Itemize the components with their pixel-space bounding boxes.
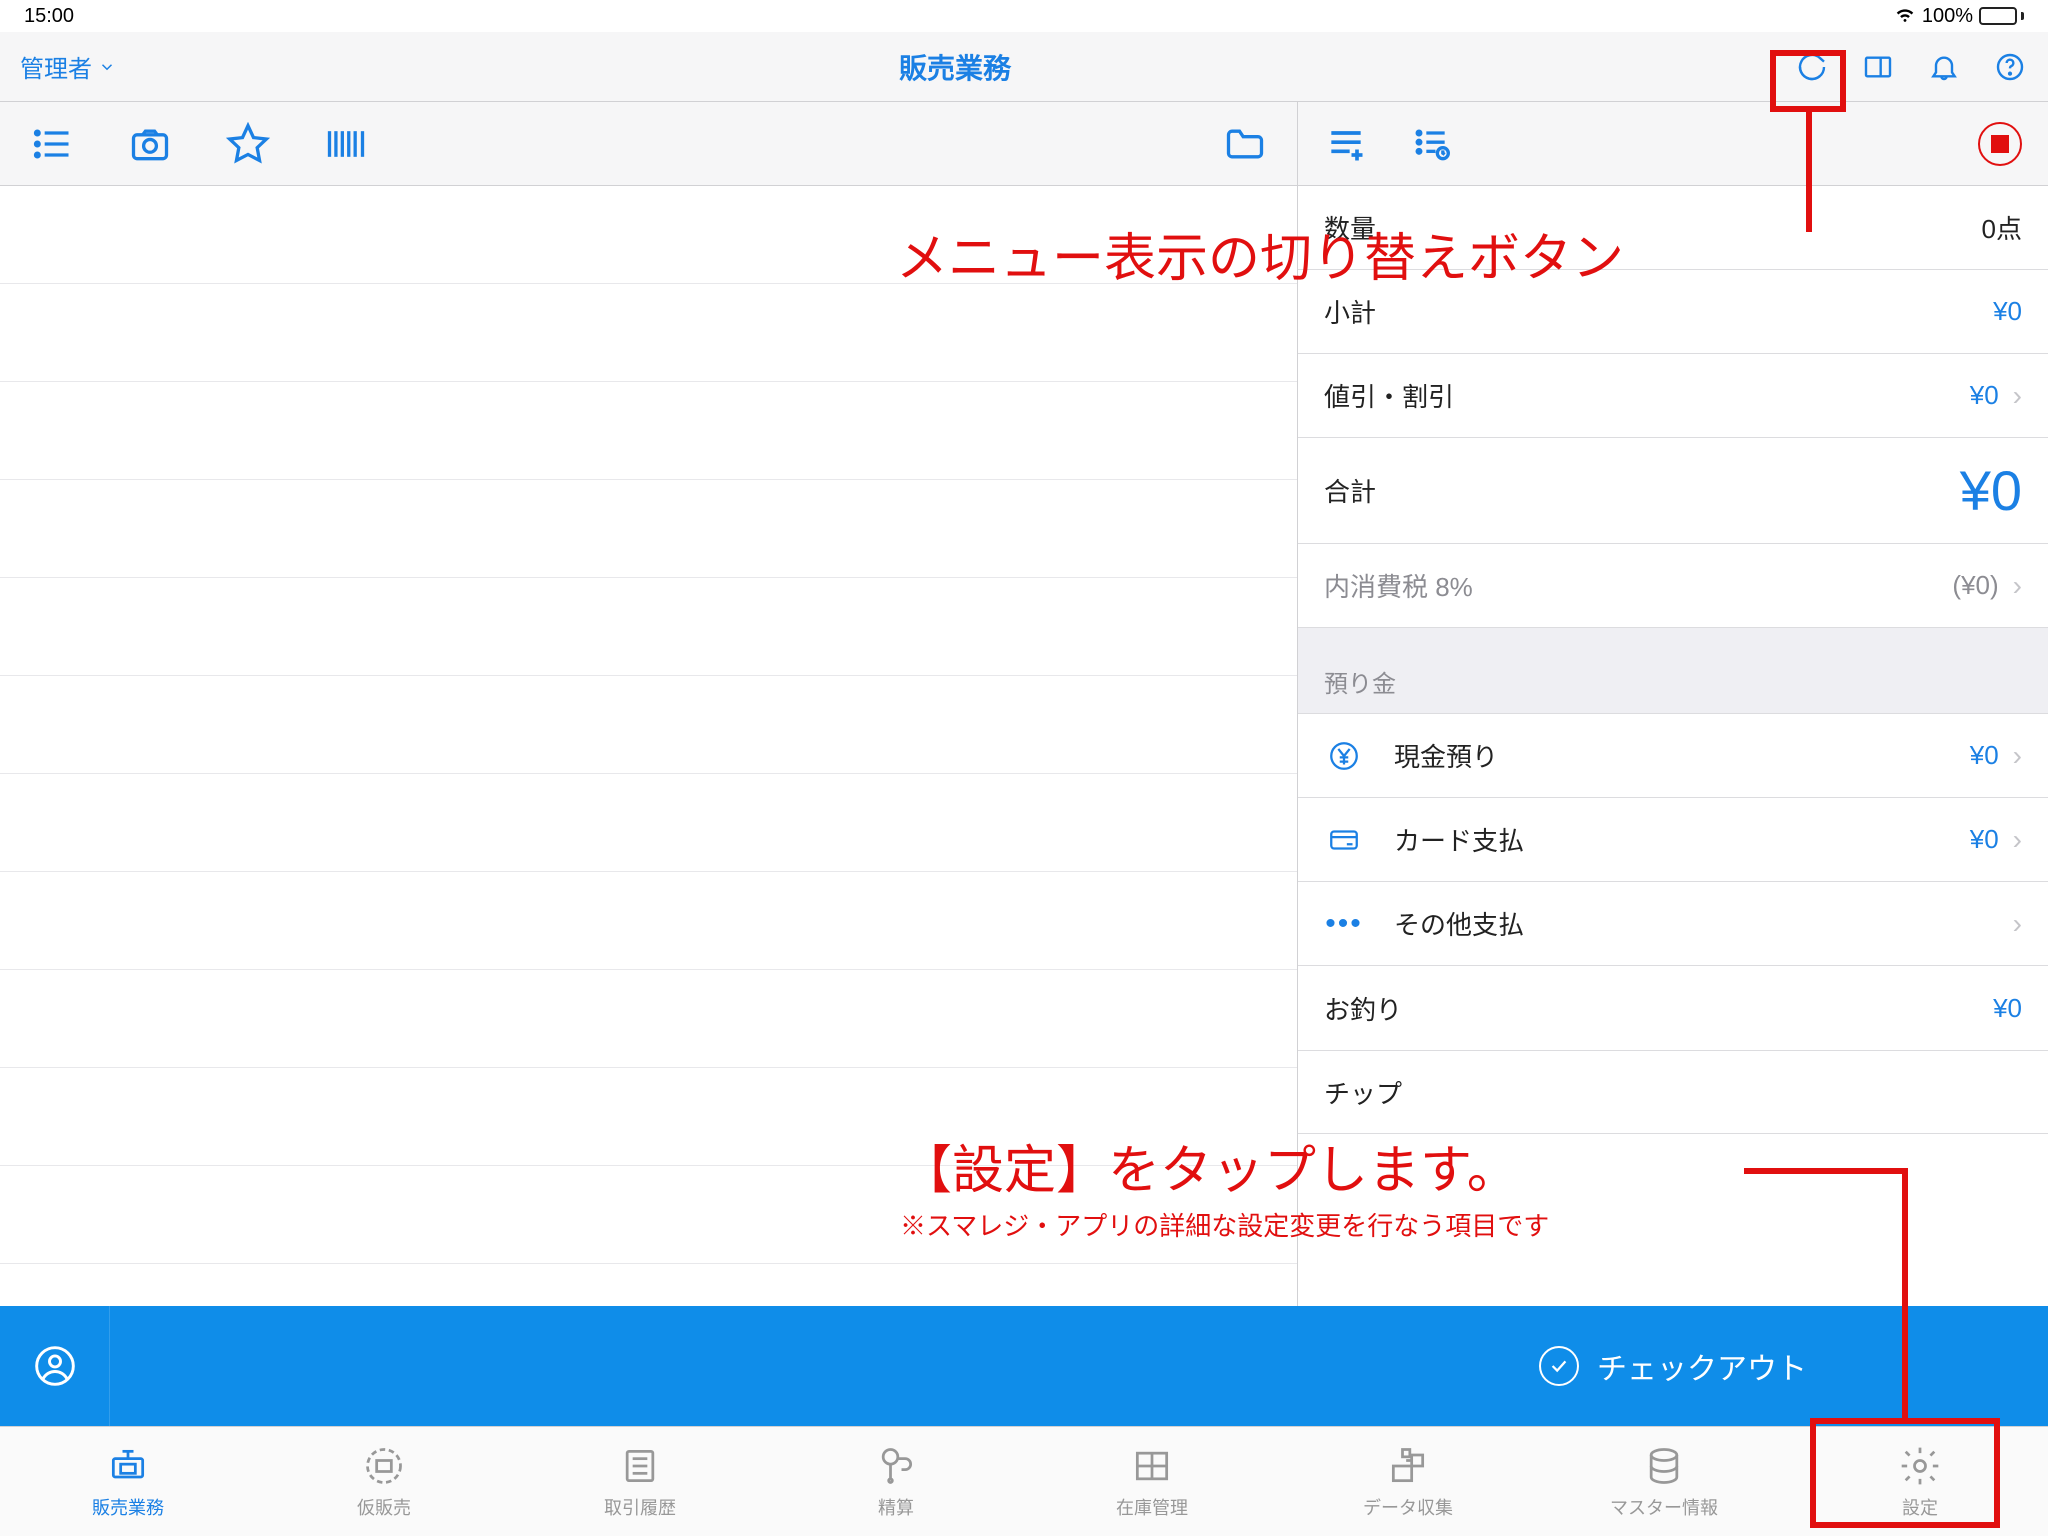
annotation-line: [1744, 1168, 1908, 1174]
add-list-icon[interactable]: [1324, 122, 1368, 166]
list-item: [0, 284, 1297, 382]
change-row: お釣り ¥0: [1298, 966, 2048, 1050]
tab-label: マスター情報: [1610, 1494, 1718, 1520]
deposit-section-label: 預り金: [1324, 664, 1396, 699]
tab-master[interactable]: マスター情報: [1536, 1427, 1792, 1536]
dots-icon: •••: [1324, 907, 1364, 941]
status-time: 15:00: [24, 5, 74, 28]
tab-provisional-sales[interactable]: 仮販売: [256, 1427, 512, 1536]
list-item: [0, 382, 1297, 480]
quantity-value: 0点: [1982, 209, 2022, 246]
record-button[interactable]: [1978, 122, 2022, 166]
tax-label: 内消費税 8%: [1324, 567, 1473, 604]
page-title: 販売業務: [116, 47, 1794, 87]
user-selector[interactable]: 管理者: [20, 49, 116, 84]
subtotal-value: ¥0: [1993, 296, 2022, 327]
cash-value: ¥0: [1970, 740, 1999, 771]
check-circle-icon: [1539, 1346, 1579, 1386]
tab-data-collection[interactable]: データ収集: [1280, 1427, 1536, 1536]
status-bar: 15:00 100%: [0, 0, 2048, 32]
item-list-pane: [0, 186, 1298, 1426]
chevron-right-icon: ›: [2013, 570, 2022, 602]
checkout-label: チェックアウト: [1597, 1344, 1807, 1388]
tab-label: 取引履歴: [604, 1494, 676, 1520]
card-label: カード支払: [1394, 821, 1524, 858]
tax-value: (¥0): [1952, 570, 1998, 601]
chevron-right-icon: ›: [2013, 824, 2022, 856]
tab-label: データ収集: [1363, 1494, 1453, 1520]
quantity-row: 数量 0点: [1298, 186, 2048, 270]
list-item: [0, 578, 1297, 676]
tab-inventory[interactable]: 在庫管理: [1024, 1427, 1280, 1536]
checkout-button[interactable]: チェックアウト: [1298, 1306, 2048, 1426]
card-value: ¥0: [1970, 824, 1999, 855]
star-icon[interactable]: [226, 122, 270, 166]
list-item: [0, 1166, 1297, 1264]
discount-value: ¥0: [1970, 380, 1999, 411]
tip-row[interactable]: チップ: [1298, 1050, 2048, 1134]
discount-row[interactable]: 値引・割引 ¥0 ›: [1298, 354, 2048, 438]
list-item: [0, 872, 1297, 970]
subtotal-row: 小計 ¥0: [1298, 270, 2048, 354]
checkout-bar: チェックアウト: [0, 1306, 2048, 1426]
total-row: 合計 ¥0: [1298, 438, 2048, 544]
summary-pane: 数量 0点 小計 ¥0 値引・割引 ¥0 › 合計 ¥0 内消費税 8% (¥0…: [1298, 186, 2048, 1426]
list-item: [0, 480, 1297, 578]
list-item: [0, 774, 1297, 872]
tab-bar: 販売業務 仮販売 取引履歴 精算 在庫管理 データ収集 マスター情報 設定: [0, 1426, 2048, 1536]
tab-label: 仮販売: [357, 1494, 411, 1520]
total-value: ¥0: [1960, 458, 2022, 523]
list-item: [0, 676, 1297, 774]
annotation-line: [1806, 112, 1812, 232]
list-item: [0, 186, 1297, 284]
wifi-icon: [1894, 2, 1916, 30]
tab-settlement[interactable]: 精算: [768, 1427, 1024, 1536]
yen-circle-icon: [1324, 739, 1364, 773]
quantity-label: 数量: [1324, 209, 1376, 246]
annotation-line: [1902, 1168, 1908, 1418]
card-icon: [1324, 823, 1364, 857]
history-list-icon[interactable]: [1408, 122, 1452, 166]
tab-label: 在庫管理: [1116, 1494, 1188, 1520]
deposit-section: 預り金: [1298, 628, 2048, 714]
annotation-box-panel-toggle: [1770, 50, 1846, 112]
chevron-right-icon: ›: [2013, 380, 2022, 412]
user-label: 管理者: [20, 49, 92, 84]
discount-label: 値引・割引: [1324, 377, 1454, 414]
help-icon[interactable]: [1992, 49, 2028, 85]
chevron-right-icon: ›: [2013, 740, 2022, 772]
change-label: お釣り: [1324, 990, 1402, 1027]
folder-icon[interactable]: [1223, 122, 1267, 166]
card-row[interactable]: カード支払 ¥0 ›: [1298, 798, 2048, 882]
chevron-right-icon: ›: [2013, 908, 2022, 940]
change-value: ¥0: [1993, 993, 2022, 1024]
nav-bar: 管理者 販売業務: [0, 32, 2048, 102]
tab-label: 販売業務: [92, 1494, 164, 1520]
customer-button[interactable]: [0, 1306, 110, 1426]
cash-row[interactable]: 現金預り ¥0 ›: [1298, 714, 2048, 798]
tax-row[interactable]: 内消費税 8% (¥0) ›: [1298, 544, 2048, 628]
list-icon[interactable]: [30, 122, 74, 166]
barcode-icon[interactable]: [324, 122, 368, 166]
annotation-box-settings-tab: [1810, 1418, 2000, 1528]
list-item: [0, 1068, 1297, 1166]
list-item: [0, 970, 1297, 1068]
other-pay-row[interactable]: ••• その他支払 ›: [1298, 882, 2048, 966]
bell-icon[interactable]: [1926, 49, 1962, 85]
battery-percent: 100%: [1922, 5, 1973, 28]
toolbar: [0, 102, 2048, 186]
other-pay-label: その他支払: [1394, 905, 1524, 942]
tip-label: チップ: [1324, 1074, 1402, 1111]
total-label: 合計: [1324, 472, 1376, 509]
panel-toggle-icon[interactable]: [1860, 49, 1896, 85]
main-content: 数量 0点 小計 ¥0 値引・割引 ¥0 › 合計 ¥0 内消費税 8% (¥0…: [0, 186, 2048, 1426]
subtotal-label: 小計: [1324, 293, 1376, 330]
camera-icon[interactable]: [128, 122, 172, 166]
tab-history[interactable]: 取引履歴: [512, 1427, 768, 1536]
tab-label: 精算: [878, 1494, 914, 1520]
tab-sales[interactable]: 販売業務: [0, 1427, 256, 1536]
battery-icon: [1979, 7, 2024, 25]
cash-label: 現金預り: [1394, 737, 1498, 774]
